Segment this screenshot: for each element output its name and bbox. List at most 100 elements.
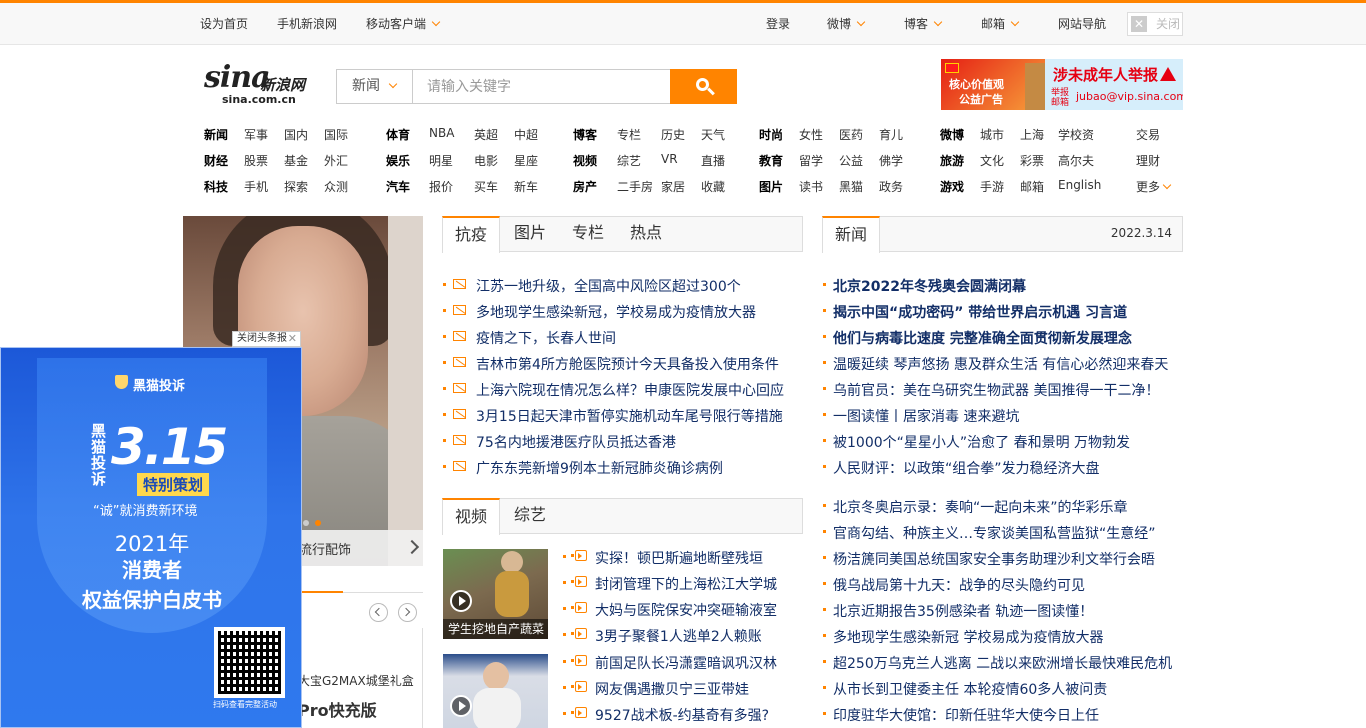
nav-link[interactable]: 汽车	[386, 178, 410, 195]
news-item[interactable]: 超250万乌克兰人逃离 二战以来欧洲增长最快难民危机	[833, 653, 1172, 673]
nav-link[interactable]: 图片	[759, 178, 783, 195]
news-item[interactable]: 人民财评：以政策“组合拳”发力稳经济大盘	[833, 458, 1100, 478]
news-item[interactable]: 印度驻华大使馆：印新任驻华大使今日上任	[833, 705, 1099, 725]
epidemic-news-item[interactable]: 广东东莞新增9例本土新冠肺炎确诊病例	[476, 458, 723, 478]
epidemic-news-item[interactable]: 江苏一地升级，全国高中风险区超过300个	[476, 276, 741, 296]
nav-link[interactable]: 基金	[284, 152, 308, 169]
nav-link[interactable]: 报价	[429, 178, 453, 195]
nav-link[interactable]: 公益	[839, 152, 863, 169]
mobile-client-menu[interactable]: 移动客户端	[366, 15, 441, 32]
news-item[interactable]: 多地现学生感染新冠 学校易成为疫情放大器	[833, 627, 1103, 647]
epidemic-news-item[interactable]: 疫情之下，长春人世间	[476, 328, 616, 348]
nav-link[interactable]: 家居	[661, 178, 685, 195]
chevron-right-icon[interactable]	[404, 539, 420, 555]
nav-link[interactable]: 文化	[980, 152, 1004, 169]
epidemic-news-item[interactable]: 多地现学生感染新冠，学校易成为疫情放大器	[476, 302, 756, 322]
news-item[interactable]: 温暖延续 琴声悠扬 惠及群众生活 有信心必然迎来春天	[833, 354, 1168, 374]
nav-link[interactable]: 时尚	[759, 126, 783, 143]
mobile-sina-link[interactable]: 手机新浪网	[277, 15, 337, 32]
nav-link[interactable]: 游戏	[940, 178, 964, 195]
floating-ad[interactable]: 黑猫投诉 黑猫投诉 3.15 特别策划 “诚”就消费新环境 2021年 消费者 …	[0, 347, 302, 728]
nav-link[interactable]: 直播	[701, 152, 725, 169]
mail-menu[interactable]: 邮箱	[981, 15, 1020, 32]
nav-link[interactable]: 微博	[940, 126, 964, 143]
nav-link[interactable]: 明星	[429, 152, 453, 169]
news-item[interactable]: 北京冬奥启示录：奏响“一起向未来”的华彩乐章	[833, 497, 1128, 517]
nav-link[interactable]: NBA	[429, 126, 454, 140]
blog-menu[interactable]: 博客	[904, 15, 943, 32]
tab-tabs_left-3[interactable]: 热点	[617, 216, 675, 252]
epidemic-news-item[interactable]: 吉林市第4所方舱医院预计今天具备投入使用条件	[476, 354, 779, 374]
nav-link[interactable]: 众测	[324, 178, 348, 195]
nav-link[interactable]: 黑猫	[839, 178, 863, 195]
nav-link[interactable]: 外汇	[324, 152, 348, 169]
nav-link[interactable]: 医药	[839, 126, 863, 143]
nav-link[interactable]: 国内	[284, 126, 308, 143]
nav-link[interactable]: 收藏	[701, 178, 725, 195]
news-item[interactable]: 杨洁篪同美国总统国家安全事务助理沙利文举行会晤	[833, 549, 1155, 569]
nav-link[interactable]: 科技	[204, 178, 228, 195]
nav-link[interactable]: 教育	[759, 152, 783, 169]
nav-link[interactable]: 手游	[980, 178, 1004, 195]
nav-link[interactable]: 视频	[573, 152, 597, 169]
weibo-menu[interactable]: 微博	[827, 15, 866, 32]
nav-link[interactable]: 政务	[879, 178, 903, 195]
play-icon[interactable]	[450, 695, 472, 717]
epidemic-news-item[interactable]: 75名内地援港医疗队员抵达香港	[476, 432, 676, 452]
nav-link[interactable]: 学校资	[1058, 126, 1094, 143]
video-news-item[interactable]: 封闭管理下的上海松江大学城	[595, 574, 777, 594]
nav-link[interactable]: 佛学	[879, 152, 903, 169]
nav-link[interactable]: 天气	[701, 126, 725, 143]
login-link[interactable]: 登录	[766, 15, 790, 32]
nav-link[interactable]: 财经	[204, 152, 228, 169]
nav-link[interactable]: 二手房	[617, 178, 653, 195]
nav-link[interactable]: 高尔夫	[1058, 152, 1094, 169]
nav-link[interactable]: 中超	[514, 126, 538, 143]
close-top-button[interactable]: ✕ 关闭	[1127, 12, 1183, 36]
video-news-item[interactable]: 9527战术板-约基奇有多强?	[595, 705, 769, 725]
slide-dot[interactable]	[303, 520, 309, 526]
nav-link[interactable]: 上海	[1020, 126, 1044, 143]
nav-link[interactable]: 英超	[474, 126, 498, 143]
news-item[interactable]: 俄乌战局第十九天：战争的尽头隐约可见	[833, 575, 1085, 595]
news-item[interactable]: 北京近期报告35例感染者 轨迹一图读懂！	[833, 601, 1093, 621]
nav-link[interactable]: 新车	[514, 178, 538, 195]
report-ad-banner[interactable]: 核心价值观 公益广告 涉未成年人举报 举报邮箱 jubao@vip.sina.c…	[941, 59, 1183, 110]
slide-dot-active[interactable]	[315, 520, 321, 526]
search-button[interactable]	[670, 69, 737, 104]
prev-button[interactable]	[369, 603, 388, 622]
nav-link[interactable]: 体育	[386, 126, 410, 143]
nav-link[interactable]: 探索	[284, 178, 308, 195]
search-category-select[interactable]: 新闻	[336, 69, 412, 104]
video-thumb-2[interactable]	[443, 654, 548, 728]
headline-news-item[interactable]: 揭示中国“成功密码” 带给世界启示机遇 习言道	[833, 302, 1127, 322]
news-item[interactable]: 一图读懂丨居家消毒 速来避坑	[833, 406, 1019, 426]
module2-item-2[interactable]: Pro快充版	[298, 697, 377, 721]
tab-tabs_left-1[interactable]: 图片	[501, 216, 559, 252]
sina-logo[interactable]: sina 新浪网 sina.com.cn	[204, 60, 316, 108]
tab-tabs_news-0[interactable]: 新闻	[822, 216, 880, 253]
nav-link[interactable]: 军事	[244, 126, 268, 143]
nav-link[interactable]: 读书	[799, 178, 823, 195]
nav-link[interactable]: 国际	[324, 126, 348, 143]
nav-link[interactable]: VR	[661, 152, 678, 166]
nav-link[interactable]: 房产	[573, 178, 597, 195]
nav-link[interactable]: 育儿	[879, 126, 903, 143]
nav-link[interactable]: 电影	[474, 152, 498, 169]
tab-tabs_left-0[interactable]: 抗疫	[442, 216, 500, 253]
video-news-item[interactable]: 3男子聚餐1人逃单2人赖账	[595, 626, 762, 646]
nav-link[interactable]: 理财	[1136, 152, 1160, 169]
nav-link[interactable]: 星座	[514, 152, 538, 169]
epidemic-news-item[interactable]: 上海六院现在情况怎么样？申康医院发展中心回应	[476, 380, 784, 400]
headline-news-item[interactable]: 他们与病毒比速度 完整准确全面贯彻新发展理念	[833, 328, 1132, 348]
video-news-item[interactable]: 大妈与医院保安冲突砸输液室	[595, 600, 777, 620]
video-news-item[interactable]: 前国足队长冯潇霆暗讽巩汉林	[595, 653, 777, 673]
nav-link[interactable]: 博客	[573, 126, 597, 143]
headline-news-item[interactable]: 北京2022年冬残奥会圆满闭幕	[833, 276, 1026, 296]
nav-link[interactable]: 专栏	[617, 126, 641, 143]
nav-link[interactable]: 旅游	[940, 152, 964, 169]
module2-item-1[interactable]: 大宝G2MAX城堡礼盒	[298, 672, 414, 689]
tab-tabs_video-1[interactable]: 综艺	[501, 498, 559, 534]
search-input[interactable]	[412, 69, 671, 104]
nav-link[interactable]: 综艺	[617, 152, 641, 169]
